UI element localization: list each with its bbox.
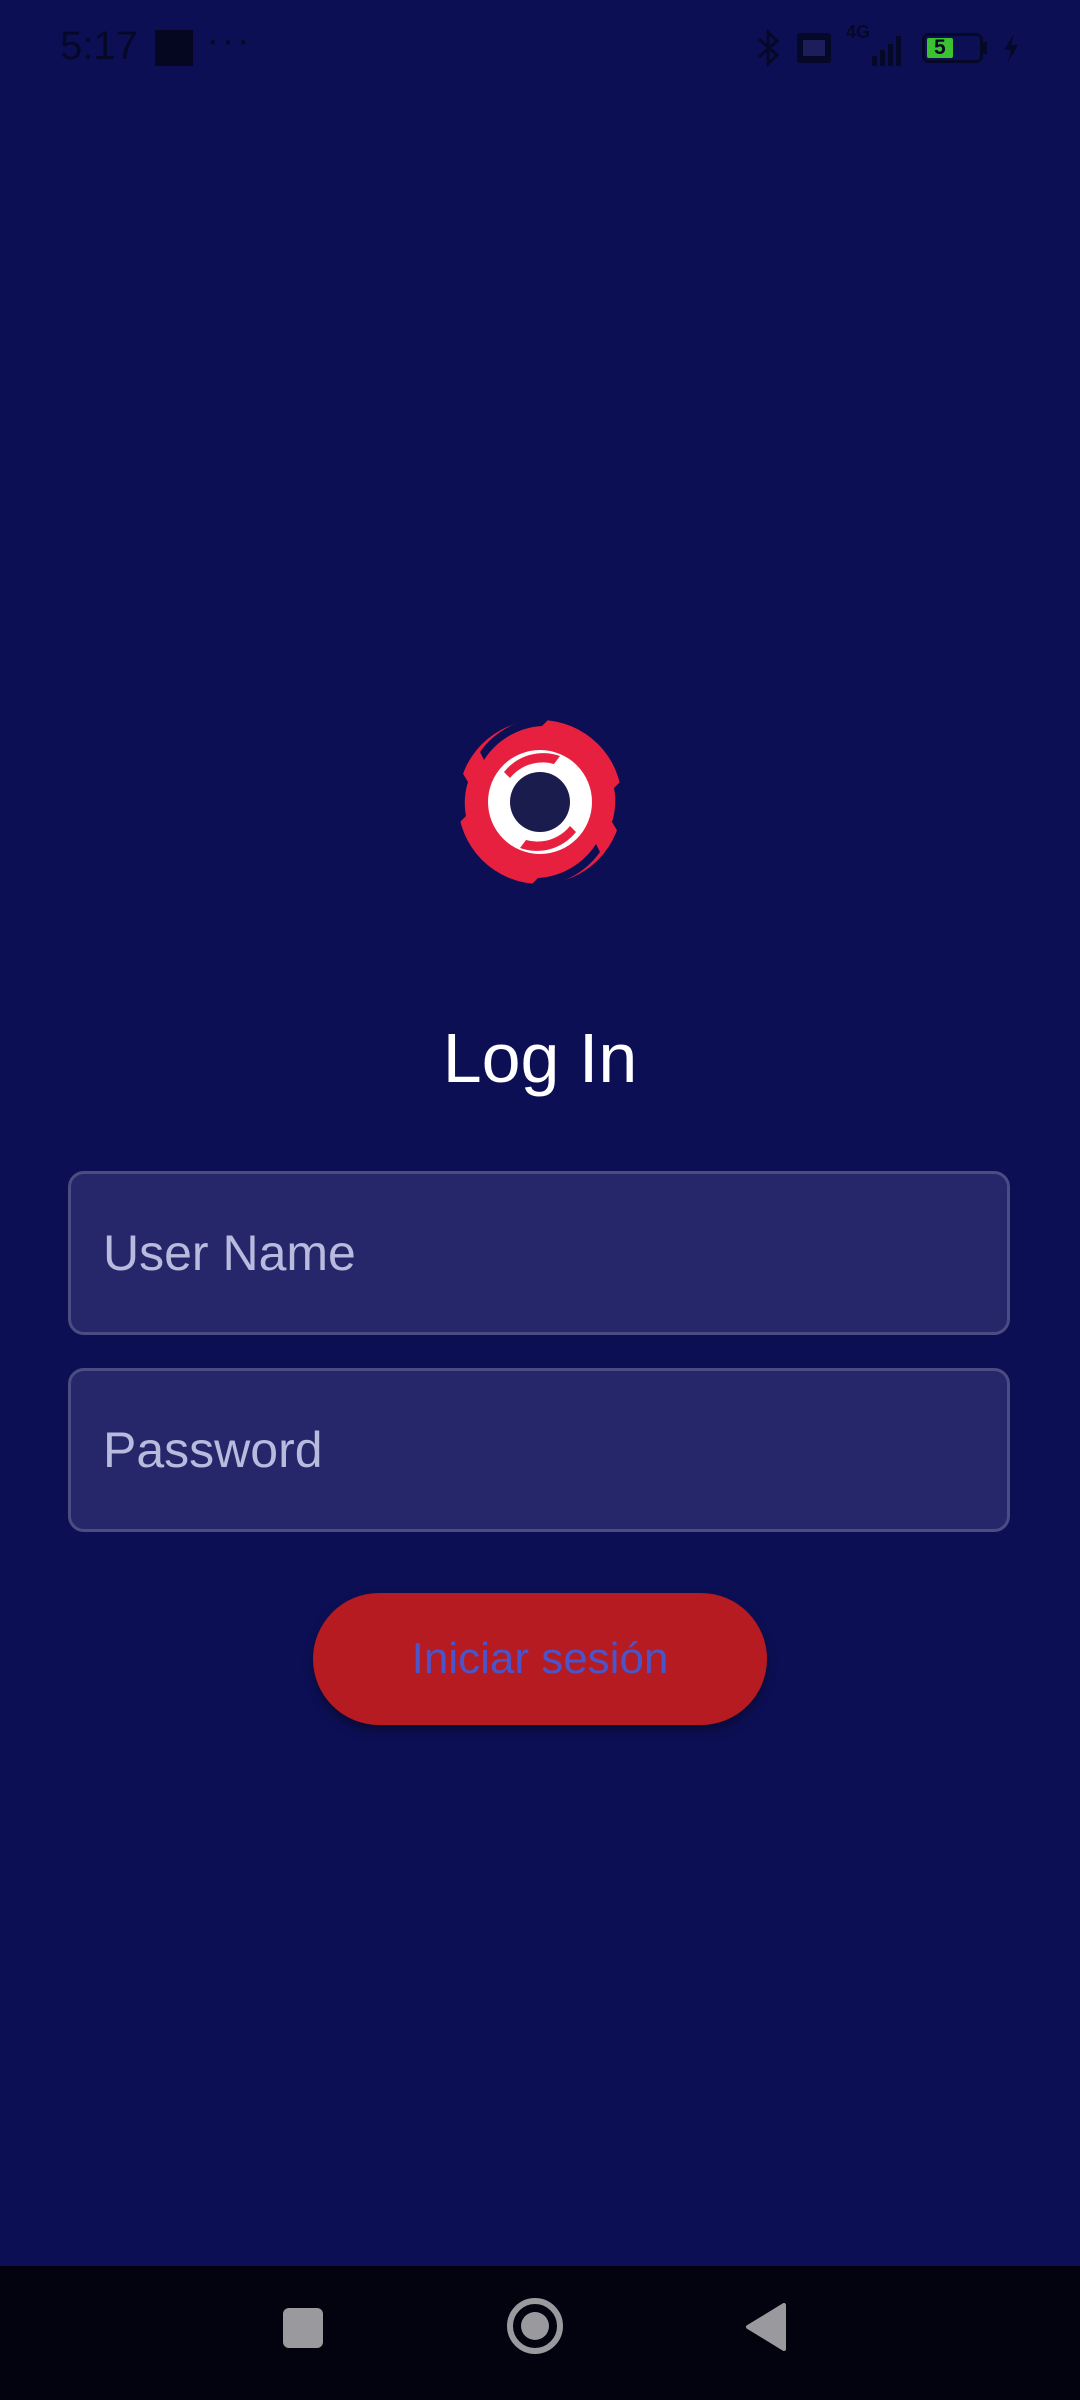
charging-icon: [1004, 34, 1018, 62]
password-input[interactable]: [71, 1371, 1007, 1529]
home-icon[interactable]: [506, 2297, 564, 2355]
back-icon[interactable]: [744, 2302, 788, 2352]
notification-icon: [155, 30, 193, 66]
page-title: Log In: [442, 1019, 638, 1097]
username-input[interactable]: [71, 1174, 1007, 1332]
password-field[interactable]: [68, 1368, 1010, 1532]
status-bar: 5:17 ··· 4G 5: [0, 0, 1080, 96]
battery-level: 5: [934, 36, 946, 59]
battery-icon: 5: [922, 33, 988, 63]
status-time: 5:17: [60, 24, 138, 68]
status-icons: 4G 5: [756, 22, 1020, 70]
more-notifications-icon: ···: [206, 18, 252, 62]
login-screen: 5:17 ··· 4G 5 Log In User Name Iniciar s…: [0, 0, 1080, 2400]
recents-icon[interactable]: [283, 2308, 323, 2348]
login-button[interactable]: Iniciar sesión: [313, 1593, 767, 1725]
signal-icon: 4G: [846, 22, 908, 70]
swirl-logo-icon: [456, 717, 624, 887]
navigation-bar: [0, 2266, 1080, 2400]
vpn-icon: [797, 33, 831, 63]
username-field[interactable]: [68, 1171, 1010, 1335]
bluetooth-icon: [758, 28, 780, 68]
